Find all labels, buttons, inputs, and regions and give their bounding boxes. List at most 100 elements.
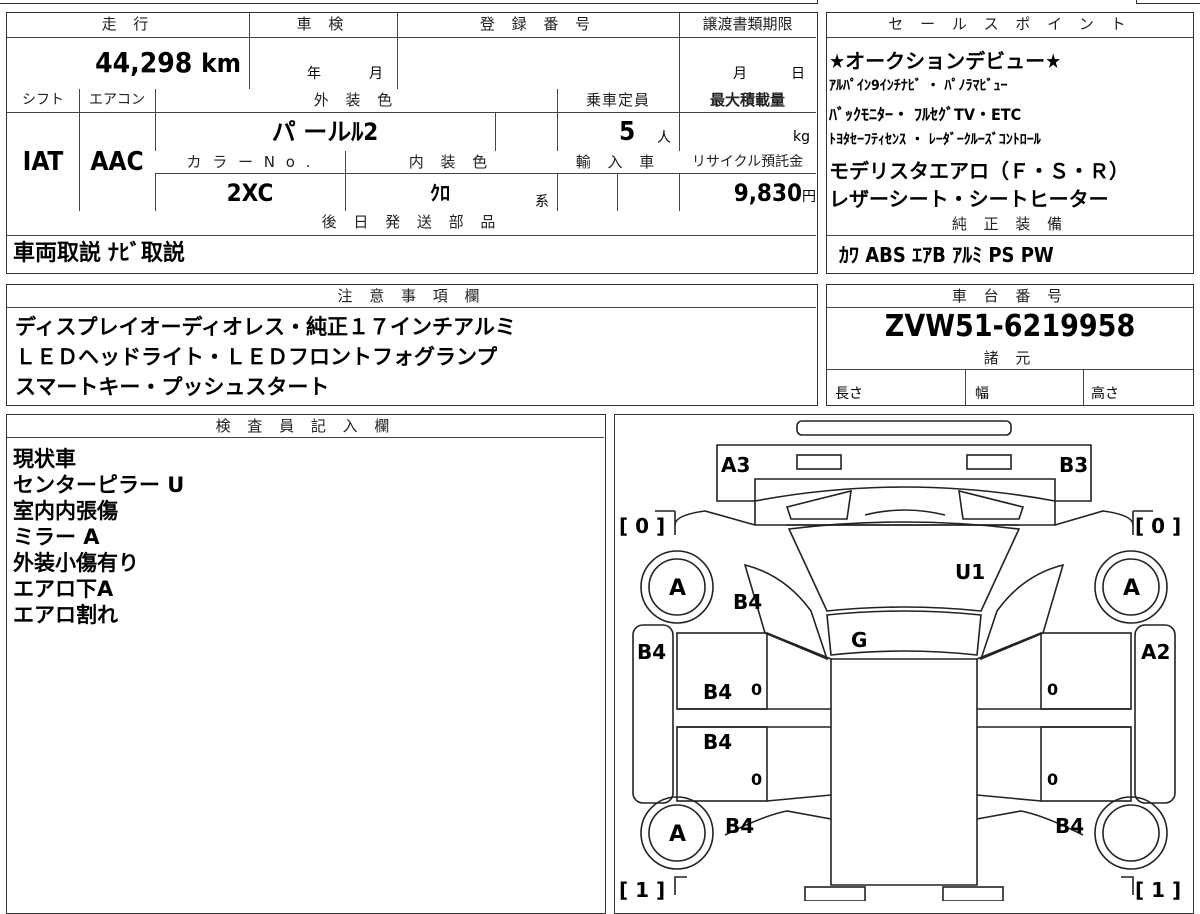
cabin-outline (830, 658, 978, 886)
mark-side-right: A2 (1141, 640, 1170, 664)
capacity-value: 5 人 (619, 117, 671, 147)
sales-line-3: ﾊﾞｯｸﾓﾆﾀｰ・ ﾌﾙｾｸﾞTV・ETC (829, 105, 1022, 124)
color-no-label: カ ラ ー N o . (155, 151, 345, 173)
left-body-line (674, 510, 756, 526)
bracket-top-left: [ 0 ] (619, 514, 665, 538)
mark-wheel-rl: A (669, 822, 686, 847)
rear-bumper-left (804, 886, 866, 901)
interior-value: ｸﾛ (430, 181, 450, 205)
mileage-label: 走 行 (7, 13, 249, 37)
bracket-right-bottom (1121, 876, 1134, 895)
sales-point-box: セ ー ル ス ポ イ ン ト ★オークションデビュー★ ｱﾙﾊﾟｲﾝ9ｲﾝﾁﾅ… (826, 12, 1194, 274)
mark-fender-fl: B4 (733, 590, 762, 614)
notes-label: 注 意 事 項 欄 (7, 285, 816, 307)
sales-line-2: ｱﾙﾊﾟｲﾝ9ｲﾝﾁﾅﾋﾞ ・ ﾊﾟﾉﾗﾏﾋﾞｭｰ (829, 78, 1008, 94)
notes-line-3: スマートキー・プッシュスタート (15, 375, 330, 399)
import-label: 輸 入 車 (557, 151, 679, 173)
right-fender (979, 563, 1065, 661)
car-damage-diagram: A3 B3 [ 0 ] [ 0 ] A A B4 U1 G B4 A2 B4 B… (619, 420, 1181, 901)
equipment-value: ｶﾜ ABS ｴｱB ｱﾙﾐ PS PW (839, 243, 1054, 267)
transfer-day: 日 (791, 66, 805, 82)
mark-rear-fr: B4 (1055, 814, 1084, 838)
mileage-value: 44,298 km (95, 46, 241, 79)
ac-label: エアコン (79, 89, 155, 111)
right-body-line (1054, 510, 1134, 526)
recycle-value: 9,830円 (733, 179, 816, 207)
inspection-year: 年 (307, 66, 321, 82)
mark-front-left: A3 (721, 453, 750, 477)
capacity-label: 乗車定員 (557, 89, 679, 111)
inspector-label: 検 査 員 記 入 欄 (7, 415, 604, 437)
sales-line-4: ﾄﾖﾀｾｰﾌﾃｨｾﾝｽ ・ ﾚｰﾀﾞｰｸﾙｰｽﾞｺﾝﾄﾛｰﾙ (829, 132, 1041, 148)
later-parts-value: 車両取説 ﾅﾋﾞ取説 (13, 241, 185, 266)
mark-windshield: G (851, 628, 867, 652)
chassis-value: ZVW51-6219958 (884, 309, 1136, 344)
spec-length: 長さ (835, 386, 863, 402)
registration-label: 登 録 番 号 (397, 13, 679, 37)
load-unit: kg (793, 129, 810, 145)
notes-line-2: ＬＥＤヘッドライト・ＬＥＤフロントフォグランプ (15, 345, 498, 369)
chassis-label: 車 台 番 号 (827, 285, 1193, 307)
headlight-left (796, 454, 842, 470)
mark-zero-3: 0 (1047, 680, 1058, 699)
transfer-label: 譲渡書類期限 (679, 13, 816, 37)
mark-rear-fl: B4 (725, 814, 754, 838)
equipment-label: 純 正 装 備 (827, 213, 1193, 235)
bracket-bottom-left: [ 1 ] (619, 878, 665, 901)
door-window-left (766, 632, 832, 802)
mark-door-rl: B4 (703, 730, 732, 754)
bracket-left-bottom (674, 876, 687, 895)
mark-hood: U1 (955, 560, 985, 584)
sales-line-1: ★オークションデビュー★ (829, 49, 1062, 73)
sales-point-label: セ ー ル ス ポ イ ン ト (827, 13, 1193, 37)
spec-height: 高さ (1091, 386, 1119, 402)
inspector-line-7: エアロ割れ (13, 603, 118, 627)
grille-left (785, 489, 852, 520)
mark-side-left: B4 (637, 640, 666, 664)
mark-front-right: B3 (1059, 453, 1088, 477)
grille-right (958, 489, 1025, 520)
color-no-value: 2XC (226, 179, 274, 207)
top-strip-right (1136, 0, 1200, 4)
notes-line-1: ディスプレイオーディオレス・純正１７インチアルミ (15, 315, 516, 339)
bracket-bottom-right: [ 1 ] (1135, 878, 1181, 901)
transfer-month: 月 (733, 66, 747, 82)
inspection-month: 月 (369, 66, 383, 82)
inspection-label: 車 検 (249, 13, 397, 37)
notes-box: 注 意 事 項 欄 ディスプレイオーディオレス・純正１７インチアルミ ＬＥＤヘッ… (6, 284, 818, 406)
door-window-right (976, 632, 1042, 802)
car-diagram-box: A3 B3 [ 0 ] [ 0 ] A A B4 U1 G B4 A2 B4 B… (614, 414, 1194, 914)
interior-label: 内 装 色 (345, 151, 557, 173)
sales-line-5: モデリスタエアロ（Ｆ・Ｓ・Ｒ） (829, 159, 1129, 183)
wheel-rear-right (1094, 796, 1168, 870)
front-bumper-outline (716, 444, 1092, 502)
spec-label: 諸 元 (827, 347, 1193, 369)
ac-value: AAC (90, 147, 144, 177)
recycle-label: リサイクル預託金 (679, 151, 816, 173)
mark-zero-2: 0 (751, 770, 762, 789)
spec-width: 幅 (975, 386, 989, 402)
later-parts-label: 後 日 発 送 部 品 (7, 211, 816, 235)
top-strip (0, 0, 818, 4)
interior-suffix: 系 (535, 194, 549, 210)
rear-bumper-right (942, 886, 1004, 901)
mark-wheel-fl: A (669, 576, 686, 601)
headlight-right (966, 454, 1012, 470)
mark-zero-1: 0 (751, 680, 762, 699)
exterior-value: パ ールﾙ2 (271, 118, 379, 146)
shift-label: シフト (7, 89, 79, 111)
exterior-label: 外 装 色 (155, 89, 557, 111)
wheel-rear-right-inner (1102, 804, 1160, 862)
grille-center (864, 509, 946, 516)
front-emblem-outline (796, 420, 1012, 436)
vehicle-info-table: 走 行 車 検 登 録 番 号 譲渡書類期限 44,298 km 年 月 月 日… (6, 12, 818, 274)
sales-line-6: レザーシート・シートヒーター (829, 187, 1109, 211)
bracket-top-right: [ 0 ] (1135, 514, 1181, 538)
door-rear-right (1040, 726, 1132, 802)
shift-value: IAT (22, 147, 64, 177)
chassis-box: 車 台 番 号 ZVW51-6219958 諸 元 長さ 幅 高さ (826, 284, 1194, 406)
mark-door-fl: B4 (703, 680, 732, 704)
inspector-box: 検 査 員 記 入 欄 現状車 センターピラー U 室内内張傷 ミラー A 外装… (6, 414, 606, 914)
mark-wheel-fr: A (1123, 576, 1140, 601)
mark-zero-4: 0 (1047, 770, 1058, 789)
